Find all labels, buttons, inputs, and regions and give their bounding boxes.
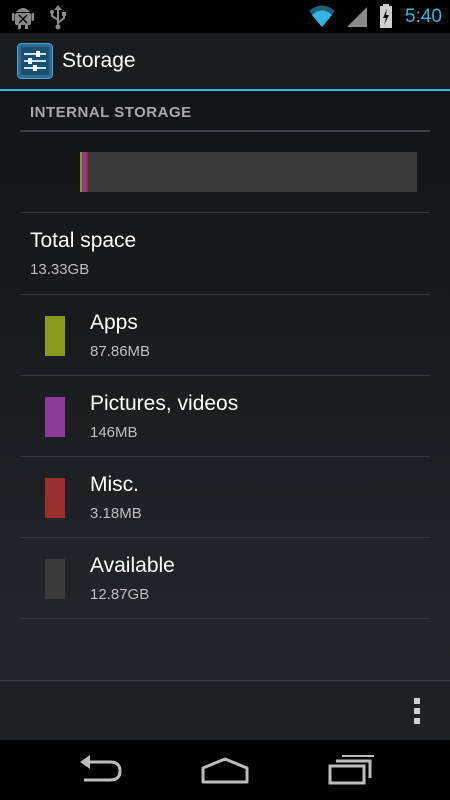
recent-apps-icon[interactable] — [326, 754, 374, 786]
storage-usage-bar — [80, 152, 417, 192]
storage-item-available: Available 12.87GB — [20, 538, 430, 618]
storage-item-apps[interactable]: Apps 87.86MB — [20, 295, 430, 375]
storage-item-value: 12.87GB — [90, 586, 150, 603]
total-space-value: 13.33GB — [30, 261, 90, 278]
section-header: INTERNAL STORAGE — [20, 100, 430, 132]
storage-item-label: Pictures, videos — [90, 392, 239, 415]
navigation-bar — [0, 740, 450, 800]
storage-item-value: 3.18MB — [90, 505, 142, 522]
storage-item-pictures-videos[interactable]: Pictures, videos 146MB — [20, 376, 430, 456]
overflow-menu-icon[interactable] — [410, 697, 424, 725]
wifi-icon — [308, 5, 335, 27]
total-space-row: Total space 13.33GB — [20, 213, 430, 293]
home-icon[interactable] — [199, 754, 251, 786]
storage-item-value: 146MB — [90, 424, 138, 441]
status-notifications — [12, 4, 78, 30]
storage-item-label: Available — [90, 554, 175, 577]
status-bar: 5:40 — [0, 0, 450, 33]
usage-segment-available — [88, 152, 417, 192]
battery-charging-icon — [379, 4, 392, 28]
misc-color-swatch — [45, 478, 65, 518]
settings-sliders-icon[interactable] — [17, 43, 53, 79]
storage-item-value: 87.86MB — [90, 343, 151, 360]
section-header-label: INTERNAL STORAGE — [30, 104, 192, 121]
apps-color-swatch — [45, 316, 65, 356]
status-clock: 5:40 — [405, 6, 442, 27]
storage-screen: 5:40 Storage INTERNAL STORAGE Total spac… — [0, 0, 450, 800]
storage-item-label: Apps — [90, 311, 138, 334]
available-color-swatch — [45, 559, 65, 599]
back-icon[interactable] — [76, 754, 124, 786]
status-system-icons: 5:40 — [308, 3, 442, 31]
storage-item-label: Misc. — [90, 473, 139, 496]
page-title: Storage — [62, 49, 136, 72]
signal-icon — [347, 7, 368, 27]
usb-icon — [50, 5, 67, 30]
android-debug-icon — [12, 8, 34, 29]
divider — [20, 618, 430, 619]
bottom-action-bar — [0, 680, 450, 741]
total-space-label: Total space — [30, 229, 137, 252]
storage-item-misc[interactable]: Misc. 3.18MB — [20, 457, 430, 537]
action-bar: Storage — [0, 33, 450, 91]
pictures-color-swatch — [45, 397, 65, 437]
